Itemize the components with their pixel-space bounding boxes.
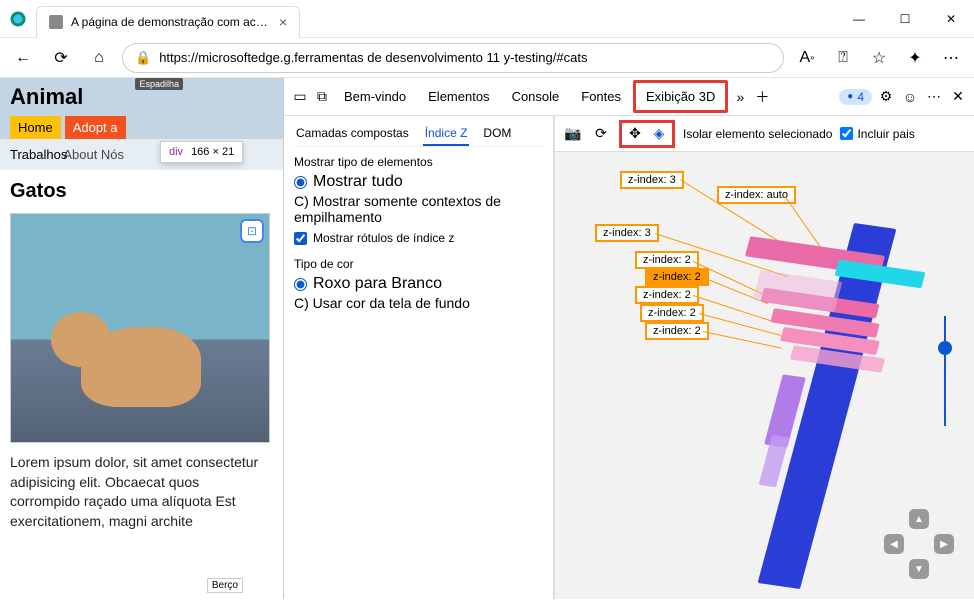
reset-view-icon[interactable]: ⟳ (591, 124, 611, 144)
more-tabs-icon[interactable]: » (730, 87, 750, 107)
nav-home[interactable]: Home (10, 116, 61, 139)
url-text: https://microsoftedge.g.ferramentas de d… (159, 50, 587, 65)
visual-search-icon[interactable]: ⊡ (240, 219, 264, 243)
nav-about-nos[interactable]: About Nós (55, 143, 132, 166)
tab-fontes[interactable]: Fontes (571, 83, 631, 110)
dpad-up[interactable]: ▲ (909, 509, 929, 529)
tab-console[interactable]: Console (502, 83, 570, 110)
lock-icon: 🔒 (135, 50, 151, 66)
window-close-button[interactable]: ✕ (928, 0, 974, 38)
dpad-right[interactable]: ▶ (934, 534, 954, 554)
chk-show-labels[interactable]: Mostrar rótulos de índice z (294, 231, 543, 245)
page-content: Animal Espadilha Home Adopt a div 166 × … (0, 78, 283, 599)
dpad-left[interactable]: ◀ (884, 534, 904, 554)
dpad-down[interactable]: ▼ (909, 559, 929, 579)
nav-refresh-button[interactable]: ⟳ (46, 43, 76, 73)
rotation-dpad: ▲ ▼ ◀ ▶ (884, 509, 954, 579)
opt-show-stacking[interactable]: C) Mostrar somente contextos de empilham… (294, 193, 543, 225)
tab-close-icon[interactable]: × (279, 14, 287, 30)
nav-home-button[interactable]: ⌂ (84, 43, 114, 73)
zlabel-4[interactable]: z-index: 2 (645, 268, 709, 286)
inspect-dimension-tooltip: div 166 × 21 (160, 141, 243, 163)
subtab-camadas[interactable]: Camadas compostas (294, 122, 411, 146)
tab-bemvindo[interactable]: Bem-vindo (334, 83, 416, 110)
zlabel-5[interactable]: z-index: 2 (635, 286, 699, 304)
tab-3dview[interactable]: Exibição 3D (633, 80, 728, 113)
inspect-tag: div (169, 146, 183, 158)
group-element-type: Mostrar tipo de elementos (294, 155, 543, 169)
subtab-indicez[interactable]: Índice Z (423, 122, 470, 146)
inspect-size: 166 × 21 (191, 146, 234, 158)
zindex-options-panel: Camadas compostas Índice Z DOM Mostrar t… (284, 116, 554, 599)
device-toggle-icon[interactable]: ⧉ (312, 87, 332, 107)
reader-button[interactable]: A» (792, 43, 822, 73)
zlabel-0[interactable]: z-index: 3 (620, 171, 684, 189)
add-tab-icon[interactable]: ＋ (752, 87, 772, 107)
devtools-close-icon[interactable]: ✕ (948, 87, 968, 107)
window-maximize-button[interactable]: ☐ (882, 0, 928, 38)
address-bar: ← ⟳ ⌂ 🔒 https://microsoftedge.g.ferramen… (0, 38, 974, 78)
window-titlebar: A página de demonstração com acessibilid… (0, 0, 974, 38)
window-minimize-button[interactable]: — (836, 0, 882, 38)
tab-elementos[interactable]: Elementos (418, 83, 499, 110)
section-title: Gatos (0, 170, 283, 213)
zlabel-7[interactable]: z-index: 2 (645, 322, 709, 340)
cat-image: ⊡ (10, 213, 270, 443)
3d-view-canvas[interactable]: 📷 ⟳ ✥ ◈ Isolar elemento selecionado Incl… (554, 116, 974, 599)
devtools-tabs: ▭ ⧉ Bem-vindo Elementos Console Fontes E… (284, 78, 974, 116)
favorite-button[interactable]: ☆ (864, 43, 894, 73)
nav-back-button[interactable]: ← (8, 43, 38, 73)
devtools-menu-icon[interactable]: ⋯ (924, 87, 944, 107)
opt-purple-white[interactable]: Roxo para Branco (294, 275, 543, 293)
url-field[interactable]: 🔒 https://microsoftedge.g.ferramentas de… (122, 43, 784, 73)
issues-badge[interactable]: 4 (839, 89, 872, 105)
copilot-button[interactable]: ✦ (900, 43, 930, 73)
zoom-slider-thumb[interactable] (938, 341, 952, 355)
inspect-element-icon[interactable]: ▭ (290, 87, 310, 107)
3d-toolbar: 📷 ⟳ ✥ ◈ Isolar elemento selecionado Incl… (555, 116, 974, 152)
settings-icon[interactable]: ⚙ (876, 87, 896, 107)
group-color-type: Tipo de cor (294, 257, 543, 271)
tab-title: A página de demonstração com acessibilid… (71, 15, 271, 29)
translate-button[interactable]: ⍰ (828, 43, 858, 73)
zlabel-3[interactable]: z-index: 2 (635, 251, 699, 269)
menu-button[interactable]: ⋯ (936, 43, 966, 73)
zlabel-6[interactable]: z-index: 2 (640, 304, 704, 322)
opt-bg-color[interactable]: C) Usar cor da tela de fundo (294, 295, 543, 311)
highlighted-tools: ✥ ◈ (619, 120, 675, 148)
zlabel-2[interactable]: z-index: 3 (595, 224, 659, 242)
isolate-label[interactable]: Isolar elemento selecionado (683, 127, 832, 141)
pan-tool-icon[interactable]: ✥ (625, 124, 645, 144)
screenshot-icon[interactable]: 📷 (563, 124, 583, 144)
include-parents-checkbox[interactable]: Incluir pais (840, 127, 914, 141)
zoom-slider-track[interactable] (944, 316, 946, 426)
inspect-mini-tooltip: Espadilha (135, 78, 183, 90)
opt-show-all[interactable]: Mostrar tudo (294, 173, 543, 191)
tab-favicon-icon (49, 15, 63, 29)
zlabel-1[interactable]: z-index: auto (717, 186, 796, 204)
layers-tool-icon[interactable]: ◈ (649, 124, 669, 144)
float-label: Berço (207, 578, 243, 593)
subtab-dom[interactable]: DOM (481, 122, 513, 146)
lorem-text: Lorem ipsum dolor, sit amet consectetur … (0, 443, 283, 541)
devtools: ▭ ⧉ Bem-vindo Elementos Console Fontes E… (283, 78, 974, 599)
nav-adopt[interactable]: Adopt a (65, 116, 126, 139)
feedback-icon[interactable]: ☺ (900, 87, 920, 107)
edge-logo-icon (0, 10, 36, 28)
browser-tab[interactable]: A página de demonstração com acessibilid… (36, 6, 300, 38)
